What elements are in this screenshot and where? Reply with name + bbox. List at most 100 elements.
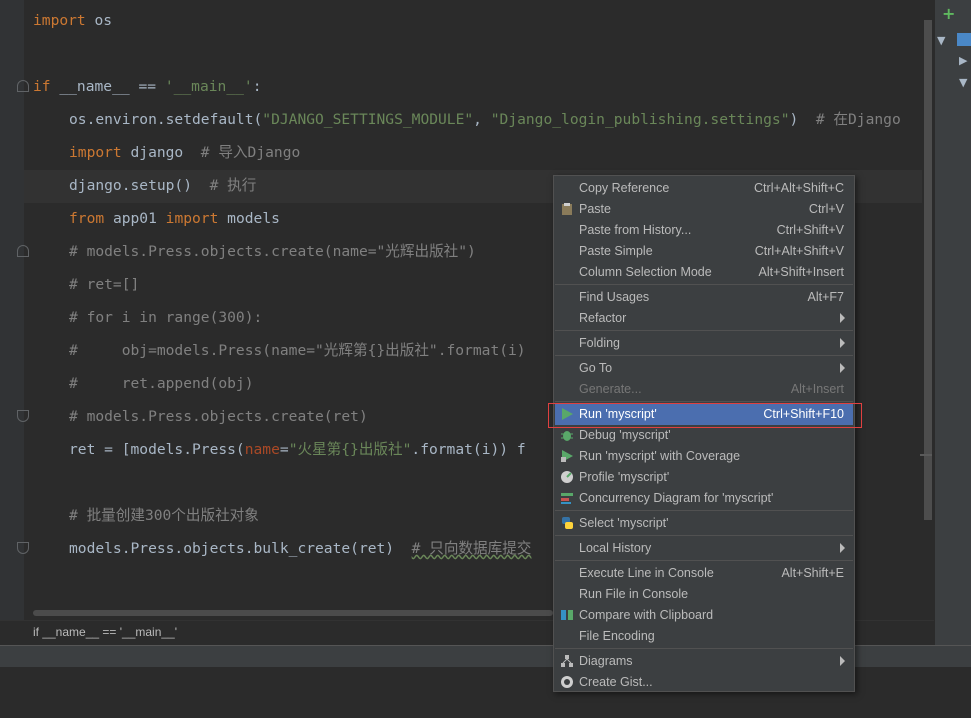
menu-separator — [555, 560, 853, 561]
menu-item-label: Run File in Console — [579, 587, 689, 601]
fold-marker-icon[interactable] — [17, 542, 29, 554]
menu-item-paste-simple[interactable]: Paste Simple Ctrl+Alt+Shift+V — [555, 241, 853, 262]
menu-item-label: Paste Simple — [579, 244, 653, 258]
debug-icon — [560, 428, 574, 442]
code-line-17: models.Press.objects.bulk_create(ret) # … — [69, 540, 532, 557]
menu-item-debug-myscript[interactable]: Debug 'myscript' — [555, 425, 853, 446]
code-line-10: # for i in range(300): — [69, 309, 263, 326]
add-icon[interactable]: + — [942, 4, 955, 23]
menu-item-diagrams[interactable]: Diagrams — [555, 651, 853, 672]
code-line-6: django.setup() # 执行 — [69, 177, 257, 194]
code-line-12: # ret.append(obj) — [69, 375, 254, 392]
menu-item-go-to[interactable]: Go To — [555, 358, 853, 379]
horizontal-scrollbar[interactable] — [33, 610, 553, 616]
menu-item-shortcut: Alt+F7 — [807, 290, 844, 304]
menu-item-execute-line-in-console[interactable]: Execute Line in Console Alt+Shift+E — [555, 563, 853, 584]
menu-item-label: Copy Reference — [579, 181, 670, 195]
menu-item-folding[interactable]: Folding — [555, 333, 853, 354]
code-line-16: # 批量创建300个出版社对象 — [69, 507, 259, 524]
submenu-arrow-icon — [840, 656, 845, 666]
menu-item-label: Find Usages — [579, 290, 650, 304]
submenu-arrow-icon — [840, 543, 845, 553]
menu-item-shortcut: Alt+Shift+E — [781, 566, 844, 580]
breadcrumb[interactable]: if __name__ == '__main__' — [33, 625, 177, 639]
menu-item-file-encoding[interactable]: File Encoding — [555, 626, 853, 647]
menu-separator — [555, 284, 853, 285]
menu-item-label: Debug 'myscript' — [579, 428, 671, 442]
menu-separator — [555, 401, 853, 402]
file-icon — [957, 33, 971, 46]
menu-separator — [555, 355, 853, 356]
concurrency-icon — [560, 491, 574, 505]
submenu-arrow-icon — [840, 338, 845, 348]
compare-icon — [560, 608, 574, 622]
error-stripe-marker[interactable] — [920, 454, 932, 456]
menu-item-label: Create Gist... — [579, 675, 653, 689]
menu-item-shortcut: Ctrl+Alt+Shift+C — [754, 181, 844, 195]
menu-item-label: Execute Line in Console — [579, 566, 714, 580]
structure-panel[interactable]: + ▼ ▶ ▼ — [934, 0, 971, 645]
fold-marker-icon[interactable] — [17, 245, 29, 257]
menu-item-concurrency-diagram-for-myscript[interactable]: Concurrency Diagram for 'myscript' — [555, 488, 853, 509]
menu-item-copy-reference[interactable]: Copy Reference Ctrl+Alt+Shift+C — [555, 178, 853, 199]
menu-item-label: Compare with Clipboard — [579, 608, 714, 622]
menu-item-create-gist[interactable]: Create Gist... — [555, 672, 853, 693]
menu-item-label: Paste from History... — [579, 223, 692, 237]
menu-item-label: Generate... — [579, 382, 642, 396]
submenu-arrow-icon — [840, 313, 845, 323]
menu-item-label: Select 'myscript' — [579, 516, 669, 530]
code-line-14: ret = [models.Press(name="火星第{}出版社".form… — [69, 441, 526, 458]
menu-item-compare-with-clipboard[interactable]: Compare with Clipboard — [555, 605, 853, 626]
annotation-highlight-box — [548, 403, 862, 428]
fold-marker-icon[interactable] — [17, 80, 29, 92]
menu-item-shortcut: Alt+Insert — [790, 382, 844, 396]
menu-item-paste-from-history[interactable]: Paste from History... Ctrl+Shift+V — [555, 220, 853, 241]
menu-item-find-usages[interactable]: Find Usages Alt+F7 — [555, 287, 853, 308]
fold-marker-icon[interactable] — [17, 410, 29, 422]
editor-gutter[interactable] — [0, 0, 24, 620]
python-icon — [560, 516, 574, 530]
menu-item-local-history[interactable]: Local History — [555, 538, 853, 559]
collapse-arrow-icon[interactable]: ▼ — [937, 34, 945, 47]
code-line-8: # models.Press.objects.create(name="光辉出版… — [69, 243, 476, 260]
menu-separator — [555, 330, 853, 331]
menu-item-run-file-in-console[interactable]: Run File in Console — [555, 584, 853, 605]
menu-separator — [555, 510, 853, 511]
code-line-4: os.environ.setdefault("DJANGO_SETTINGS_M… — [69, 111, 901, 128]
menu-item-shortcut: Ctrl+Shift+V — [776, 223, 844, 237]
menu-separator — [555, 648, 853, 649]
menu-item-label: Concurrency Diagram for 'myscript' — [579, 491, 774, 505]
menu-item-label: Paste — [579, 202, 611, 216]
menu-item-label: Folding — [579, 336, 620, 350]
github-icon — [560, 675, 574, 689]
collapse-arrow-icon[interactable]: ▼ — [959, 76, 967, 89]
menu-item-label: Go To — [579, 361, 613, 375]
menu-item-run-myscript-with-coverage[interactable]: Run 'myscript' with Coverage — [555, 446, 853, 467]
menu-item-shortcut: Ctrl+V — [808, 202, 844, 216]
menu-item-refactor[interactable]: Refactor — [555, 308, 853, 329]
context-menu[interactable]: Copy Reference Ctrl+Alt+Shift+C Paste Ctrl+… — [553, 175, 855, 692]
code-line-1: import os — [33, 12, 113, 29]
menu-item-label: File Encoding — [579, 629, 655, 643]
menu-item-generate[interactable]: Generate... Alt+Insert — [555, 379, 853, 400]
menu-item-column-selection-mode[interactable]: Column Selection Mode Alt+Shift+Insert — [555, 262, 853, 283]
code-line-3: if __name__ == '__main__': — [33, 78, 262, 95]
menu-item-label: Profile 'myscript' — [579, 470, 670, 484]
expand-arrow-icon[interactable]: ▶ — [959, 54, 967, 67]
menu-item-label: Local History — [579, 541, 652, 555]
clipboard-icon — [560, 202, 574, 216]
diagram-icon — [560, 654, 574, 668]
menu-item-select-myscript[interactable]: Select 'myscript' — [555, 513, 853, 534]
vertical-scrollbar-thumb[interactable] — [924, 20, 932, 520]
menu-item-profile-myscript[interactable]: Profile 'myscript' — [555, 467, 853, 488]
profile-icon — [560, 470, 574, 484]
code-line-5: import django # 导入Django — [69, 144, 301, 161]
code-line-13: # models.Press.objects.create(ret) — [69, 408, 368, 425]
coverage-icon — [560, 449, 574, 463]
menu-separator — [555, 535, 853, 536]
code-line-9: # ret=[] — [69, 276, 140, 293]
menu-item-paste[interactable]: Paste Ctrl+V — [555, 199, 853, 220]
menu-item-shortcut: Ctrl+Alt+Shift+V — [754, 244, 844, 258]
menu-item-label: Run 'myscript' with Coverage — [579, 449, 741, 463]
code-line-7: from app01 import models — [69, 210, 280, 227]
